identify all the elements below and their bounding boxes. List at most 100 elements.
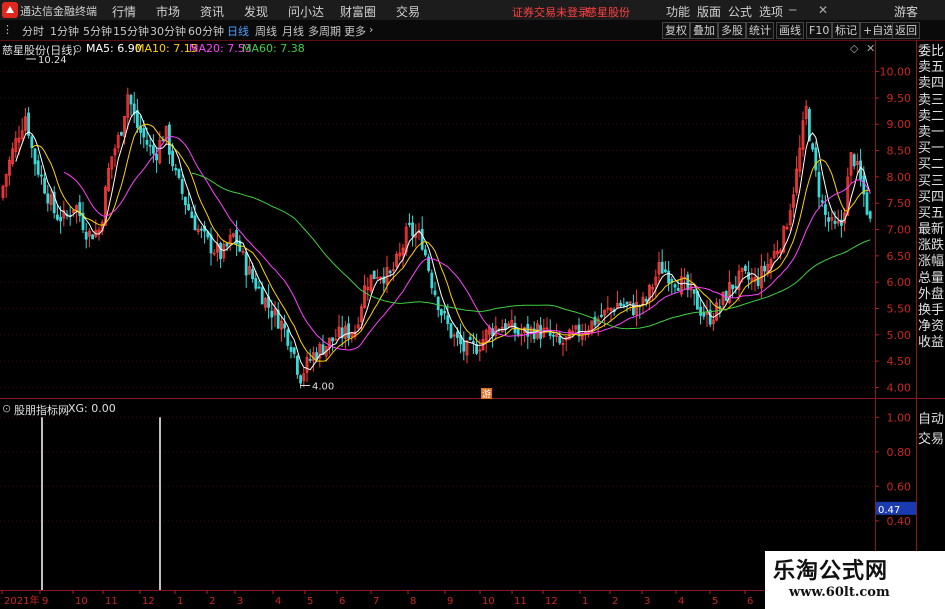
candle-body <box>171 150 175 167</box>
chart-close-icon[interactable]: ✕ <box>866 42 875 55</box>
xtick-label-12: 8 <box>410 596 416 607</box>
candle-body <box>84 231 88 240</box>
auto-label[interactable]: 自动 <box>917 410 945 430</box>
ytick-label-10: 5.00 <box>887 329 912 342</box>
candle-body <box>443 311 447 314</box>
candle-body <box>251 268 255 280</box>
indicator-toggle-icon[interactable]: ⊙ <box>2 402 11 415</box>
candle-body <box>59 216 62 222</box>
candle-body <box>734 286 738 288</box>
candle-body <box>731 284 734 290</box>
side-item-7[interactable]: 买二 <box>917 157 945 173</box>
candle-body <box>407 222 411 225</box>
candle-body <box>286 329 290 346</box>
candle-body <box>91 234 94 240</box>
side-item-4[interactable]: 卖二 <box>917 109 945 125</box>
candle-body <box>347 323 351 339</box>
candle-body <box>763 265 766 272</box>
candle-body <box>692 289 696 294</box>
candle-body <box>516 329 520 336</box>
trade-label[interactable]: 交易 <box>917 430 945 450</box>
candle-body <box>187 203 191 211</box>
candle-body <box>40 174 43 177</box>
candle-body <box>619 302 622 307</box>
xtick-label-15: 11 <box>514 596 527 607</box>
side-item-12[interactable]: 涨跌 <box>917 238 945 254</box>
side-item-0[interactable]: 委比 <box>917 44 945 60</box>
side-item-13[interactable]: 涨幅 <box>917 254 945 270</box>
candle-body <box>552 334 555 337</box>
xtick-label-16: 12 <box>545 596 558 607</box>
candle-body <box>299 375 303 384</box>
xtick-label-11: 7 <box>373 596 379 607</box>
xtick-label-22: 6 <box>747 596 753 607</box>
candle-body <box>471 341 475 343</box>
candle-body <box>462 340 466 352</box>
side-item-11[interactable]: 最新 <box>917 222 945 238</box>
xtick-label-8: 4 <box>275 596 281 607</box>
main-chart-title: 慈星股份(日线) <box>2 44 77 57</box>
candle-body <box>446 315 450 324</box>
xtick-label-10: 6 <box>339 596 345 607</box>
candle-body <box>622 304 626 307</box>
watermark-title: 乐淘公式网 <box>773 558 889 584</box>
ytick-label-8: 6.00 <box>887 276 912 289</box>
candle-body <box>331 337 335 342</box>
side-item-18[interactable]: 收益 <box>917 335 945 351</box>
candle-body <box>411 222 415 237</box>
side-item-9[interactable]: 买四 <box>917 190 945 206</box>
candle-body <box>135 110 139 128</box>
candle-body <box>120 132 123 136</box>
candle-body <box>436 296 440 311</box>
side-item-8[interactable]: 买三 <box>917 174 945 190</box>
settings-circle-icon[interactable]: ⊙ <box>73 42 82 55</box>
candle-body <box>148 144 152 147</box>
side-item-16[interactable]: 换手 <box>917 303 945 319</box>
candle-body <box>30 136 34 149</box>
kline-chart[interactable]: 10.00 9.50 9.00 8.50 8.00 7.50 7.00 6.50 6.00 5.5… <box>0 0 945 609</box>
candle-body <box>852 154 856 167</box>
candle-body <box>183 196 187 206</box>
ma5-label: MA5: 6.90 <box>86 42 142 55</box>
side-item-5[interactable]: 卖一 <box>917 125 945 141</box>
xtick-label-14: 10 <box>482 596 495 607</box>
candle-body <box>686 274 690 290</box>
side-item-15[interactable]: 外盘 <box>917 287 945 303</box>
ytick-label-3: 8.50 <box>887 145 912 158</box>
side-item-10[interactable]: 买五 <box>917 206 945 222</box>
candle-body <box>193 215 197 231</box>
indicator-xg-value: XG: 0.00 <box>68 402 116 415</box>
ytick-label-11: 4.50 <box>887 355 912 368</box>
ytick-label-2: 9.00 <box>887 118 912 131</box>
candle-body <box>868 211 872 219</box>
xtick-label-3: 11 <box>105 596 118 607</box>
candle-body <box>430 272 434 289</box>
ytick-label-9: 5.50 <box>887 303 912 316</box>
xtick-label-13: 9 <box>447 596 453 607</box>
candle-body <box>283 323 287 329</box>
candle-body <box>292 347 296 354</box>
side-item-14[interactable]: 总量 <box>917 271 945 287</box>
candle-body <box>180 179 184 194</box>
auto-trade-panel[interactable]: 自动 交易 <box>917 410 945 450</box>
xtick-label-17: 1 <box>582 596 588 607</box>
ind-ytick-label-2: 0.60 <box>887 480 912 493</box>
candle-body <box>702 311 706 317</box>
candle-body <box>257 286 261 289</box>
side-item-2[interactable]: 卖四 <box>917 76 945 92</box>
side-item-1[interactable]: 卖五 <box>917 60 945 76</box>
side-item-6[interactable]: 买一 <box>917 141 945 157</box>
candle-body <box>219 242 223 260</box>
candle-body <box>865 192 869 215</box>
chart-diamond-icon[interactable]: ◇ <box>850 42 858 55</box>
candle-body <box>388 270 392 274</box>
indicator-current-label: 0.47 <box>878 505 900 516</box>
candle-body <box>289 346 293 352</box>
side-item-3[interactable]: 卖三 <box>917 93 945 109</box>
side-item-17[interactable]: 净资 <box>917 319 945 335</box>
xtick-label-2: 10 <box>75 596 88 607</box>
candle-body <box>43 177 46 194</box>
candle-body <box>244 252 248 276</box>
watermark: 乐淘公式网 www.60lt.com <box>765 551 945 609</box>
candle-body <box>225 243 229 247</box>
